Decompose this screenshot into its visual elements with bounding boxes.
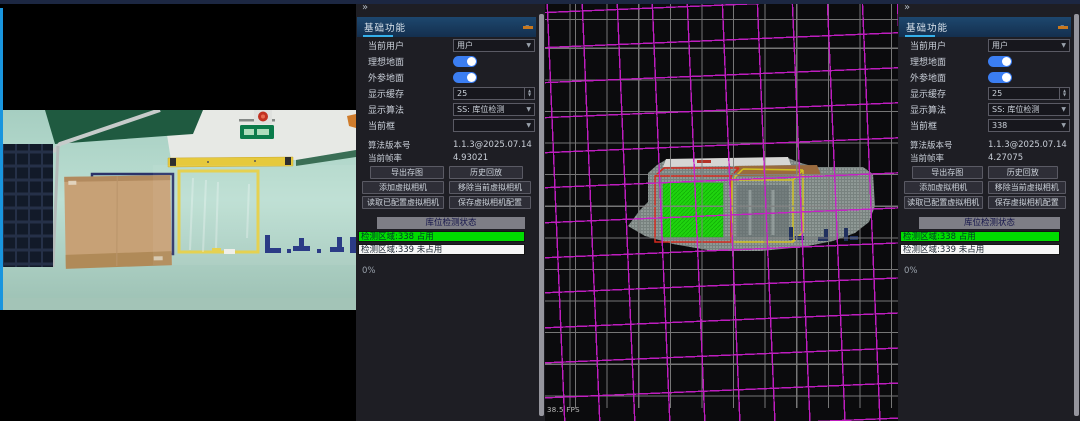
extrinsic-ground-toggle[interactable] (453, 72, 477, 83)
panel-scrollbar[interactable] (1074, 14, 1079, 416)
toggle-knob (1002, 73, 1011, 82)
fire-alarm (254, 110, 272, 124)
export-image-button[interactable]: 导出存图 (370, 166, 444, 179)
frame-rate-value: 4.93021 (453, 153, 535, 163)
chevron-down-icon: ▼ (526, 42, 531, 49)
application-window: » 基础功能 ▾ 当前用户 用户 ▼ 理想地面 外参地面 (0, 0, 1080, 421)
extrinsic-ground-label: 外参地面 (910, 71, 988, 84)
progress-value: 0% (904, 266, 1072, 276)
ideal-ground-row: 理想地面 (356, 53, 537, 69)
save-virtual-camera-button[interactable]: 保存虚拟相机配置 (449, 196, 531, 209)
display-cache-row: 显示缓存 25 ▲▼ (356, 85, 537, 101)
pointcloud-3d-viewport[interactable]: 38.5 FPS (545, 0, 898, 421)
add-virtual-camera-button[interactable]: 添加虚拟相机 (904, 181, 983, 194)
current-user-row: 当前用户 用户 ▼ (356, 37, 537, 53)
display-cache-label: 显示缓存 (368, 87, 453, 100)
current-user-label: 当前用户 (368, 39, 453, 52)
display-algo-select[interactable]: SS: 库位检测 ▼ (988, 103, 1070, 116)
ideal-ground-toggle[interactable] (988, 56, 1012, 67)
basic-functions-header[interactable]: 基础功能 ▾ (899, 17, 1071, 37)
algo-version-row: 算法版本号 1.1.3@2025.07.14 (356, 138, 537, 151)
floor-bottom-edge (3, 298, 356, 310)
display-cache-row: 显示缓存 25 ▲▼ (898, 85, 1072, 101)
display-algo-label: 显示算法 (910, 103, 988, 116)
add-virtual-camera-button[interactable]: 添加虚拟相机 (362, 181, 444, 194)
chevron-down-icon: ▼ (526, 122, 531, 129)
panel-scrollbar[interactable] (539, 14, 544, 416)
current-frame-select[interactable]: ▼ (453, 119, 535, 132)
display-cache-input[interactable]: 25 ▲▼ (453, 87, 535, 100)
frame-rate-row: 当前帧率 4.93021 (356, 151, 537, 164)
toggle-knob (467, 73, 476, 82)
display-cache-label: 显示缓存 (910, 87, 988, 100)
panel-expand-icon[interactable]: » (904, 3, 910, 13)
extrinsic-ground-label: 外参地面 (368, 71, 453, 84)
current-frame-label: 当前框 (910, 119, 988, 132)
current-user-select[interactable]: 用户 ▼ (453, 39, 535, 52)
spinner-buttons[interactable]: ▲▼ (1059, 88, 1069, 99)
current-user-label: 当前用户 (910, 39, 988, 52)
history-playback-button[interactable]: 历史回放 (988, 166, 1059, 179)
frame-rate-row: 当前帧率 4.27075 (898, 151, 1072, 164)
window-top-strip (0, 0, 1080, 4)
current-frame-row: 当前框 338 ▼ (898, 117, 1072, 133)
camera-photo (3, 110, 356, 310)
extrinsic-ground-row: 外参地面 (356, 69, 537, 85)
chevron-down-icon: ▼ (1061, 122, 1066, 129)
panel-title: 基础功能 (906, 20, 948, 34)
panel-accent-dash (523, 26, 533, 29)
viewport-fps-overlay: 38.5 FPS (547, 406, 580, 414)
panel-title: 基础功能 (364, 20, 406, 34)
current-user-row: 当前用户 用户 ▼ (898, 37, 1072, 53)
left-control-panel: » 基础功能 ▾ 当前用户 用户 ▼ 理想地面 外参地面 (356, 0, 545, 421)
save-virtual-camera-button[interactable]: 保存虚拟相机配置 (988, 196, 1067, 209)
detection-area-339-status: 检测区域:339 未占用 (358, 244, 525, 255)
display-algo-row: 显示算法 SS: 库位检测 ▼ (898, 101, 1072, 117)
algo-version-value: 1.1.3@2025.07.14 (453, 140, 535, 150)
basic-functions-header[interactable]: 基础功能 ▾ (357, 17, 536, 37)
ideal-ground-toggle[interactable] (453, 56, 477, 67)
extrinsic-ground-toggle[interactable] (988, 72, 1012, 83)
load-virtual-camera-button[interactable]: 读取已配置虚拟相机 (904, 196, 983, 209)
slot-detection-status-header: 库位检测状态 (919, 217, 1060, 229)
detection-area-338-status: 检测区域:338 占用 (900, 231, 1060, 242)
display-algo-label: 显示算法 (368, 103, 453, 116)
algo-version-value: 1.1.3@2025.07.14 (988, 140, 1070, 150)
floor-shine-band (153, 165, 356, 265)
current-user-select[interactable]: 用户 ▼ (988, 39, 1070, 52)
progress-value: 0% (362, 266, 537, 276)
load-virtual-camera-button[interactable]: 读取已配置虚拟相机 (362, 196, 444, 209)
slot-detection-status-header: 库位检测状态 (377, 217, 525, 229)
display-algo-row: 显示算法 SS: 库位检测 ▼ (356, 101, 537, 117)
chevron-down-icon: ▼ (1061, 106, 1066, 113)
right-control-panel: » 基础功能 ▾ 当前用户 用户 ▼ 理想地面 外参地面 (898, 0, 1080, 421)
chevron-down-icon: ▼ (526, 106, 531, 113)
ideal-ground-row: 理想地面 (898, 53, 1072, 69)
frame-rate-value: 4.27075 (988, 153, 1070, 163)
detection-area-338-status: 检测区域:338 占用 (358, 231, 525, 242)
extrinsic-ground-row: 外参地面 (898, 69, 1072, 85)
detection-area-339-status: 检测区域:339 未占用 (900, 244, 1060, 255)
display-cache-input[interactable]: 25 ▲▼ (988, 87, 1070, 100)
spinner-buttons[interactable]: ▲▼ (524, 88, 534, 99)
remove-virtual-camera-button[interactable]: 移除当前虚拟相机 (988, 181, 1067, 194)
chevron-down-icon: ▼ (1061, 42, 1066, 49)
toggle-knob (467, 57, 476, 66)
ideal-ground-label: 理想地面 (910, 55, 988, 68)
display-algo-select[interactable]: SS: 库位检测 ▼ (453, 103, 535, 116)
export-image-button[interactable]: 导出存图 (912, 166, 983, 179)
panel-expand-icon[interactable]: » (362, 3, 368, 13)
current-frame-row: 当前框 ▼ (356, 117, 537, 133)
panel-accent-dash (1058, 26, 1068, 29)
history-playback-button[interactable]: 历史回放 (449, 166, 523, 179)
camera-image-pane (0, 0, 356, 421)
current-frame-label: 当前框 (368, 119, 453, 132)
extrinsic-ground-grid (545, 0, 898, 421)
ideal-ground-label: 理想地面 (368, 55, 453, 68)
stacked-crates (3, 144, 53, 267)
remove-virtual-camera-button[interactable]: 移除当前虚拟相机 (449, 181, 531, 194)
algo-version-row: 算法版本号 1.1.3@2025.07.14 (898, 138, 1072, 151)
toggle-knob (1002, 57, 1011, 66)
current-frame-select[interactable]: 338 ▼ (988, 119, 1070, 132)
